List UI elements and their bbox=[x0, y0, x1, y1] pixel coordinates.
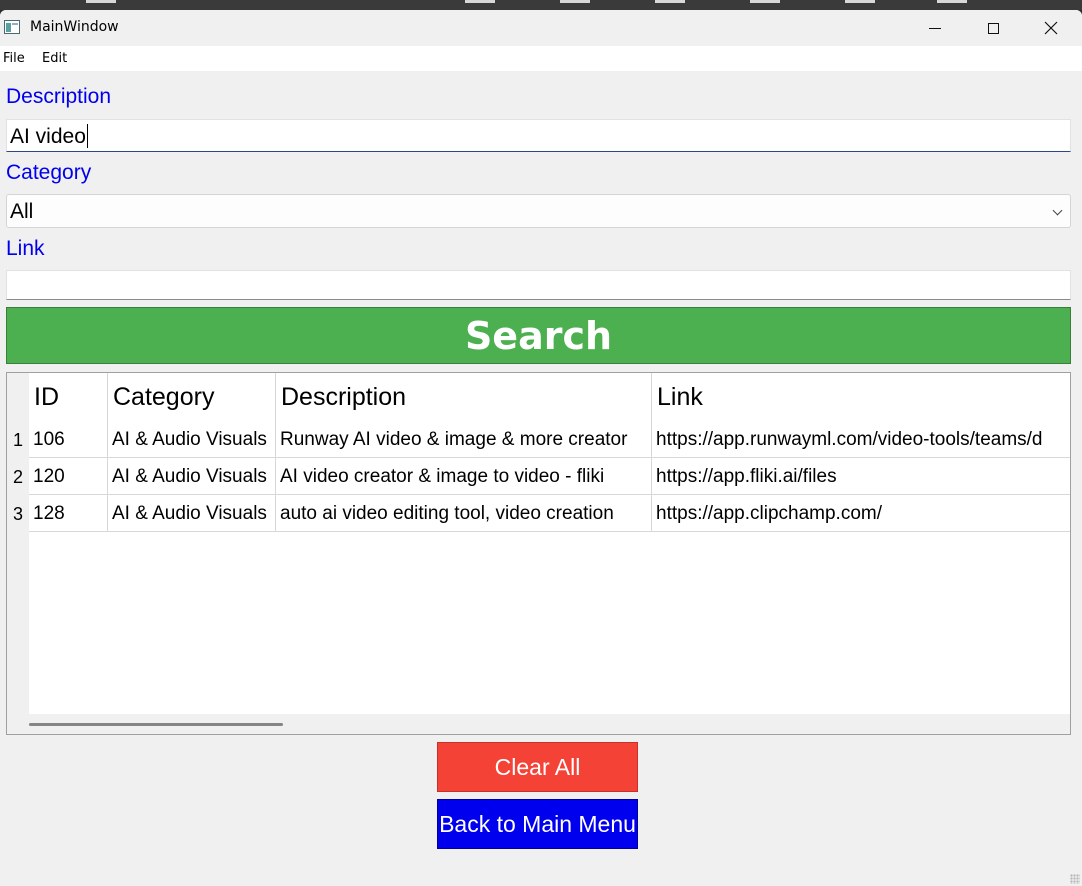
table-cell-id[interactable]: 106 bbox=[29, 421, 108, 458]
text-caret bbox=[86, 124, 88, 148]
category-label: Category bbox=[6, 161, 92, 184]
description-input[interactable]: AI video bbox=[6, 119, 1071, 152]
minimize-icon bbox=[929, 27, 941, 29]
column-header-link[interactable]: Link bbox=[652, 373, 1070, 421]
close-icon bbox=[1044, 21, 1058, 35]
results-table[interactable]: ID Category Description Link 1 106 AI & … bbox=[6, 372, 1071, 735]
desktop-background-strip bbox=[0, 0, 1082, 10]
menu-bar: File Edit bbox=[0, 46, 1082, 71]
row-number[interactable]: 3 bbox=[7, 495, 29, 532]
table-cell-description[interactable]: AI video creator & image to video - flik… bbox=[276, 458, 652, 495]
table-cell-link[interactable]: https://app.runwayml.com/video-tools/tea… bbox=[652, 421, 1070, 458]
link-label: Link bbox=[6, 237, 45, 260]
column-header-category[interactable]: Category bbox=[108, 373, 276, 421]
description-label: Description bbox=[6, 85, 112, 108]
app-icon bbox=[4, 20, 20, 34]
table-cell-id[interactable]: 128 bbox=[29, 495, 108, 532]
chevron-down-icon bbox=[1052, 205, 1063, 216]
column-header-description[interactable]: Description bbox=[276, 373, 652, 421]
title-bar[interactable]: MainWindow bbox=[0, 10, 1082, 46]
link-input[interactable] bbox=[6, 270, 1071, 300]
row-number[interactable]: 1 bbox=[7, 421, 29, 458]
table-cell-category[interactable]: AI & Audio Visuals bbox=[108, 421, 276, 458]
category-selected-value: All bbox=[10, 200, 34, 223]
column-header-id[interactable]: ID bbox=[29, 373, 108, 421]
table-corner[interactable] bbox=[7, 373, 29, 421]
resize-grip-icon[interactable] bbox=[1070, 874, 1080, 884]
search-button[interactable]: Search bbox=[6, 307, 1071, 364]
row-number[interactable]: 2 bbox=[7, 458, 29, 495]
menu-file[interactable]: File bbox=[3, 51, 25, 66]
maximize-button[interactable] bbox=[964, 10, 1022, 46]
table-cell-link[interactable]: https://app.fliki.ai/files bbox=[652, 458, 1070, 495]
menu-edit[interactable]: Edit bbox=[42, 51, 67, 66]
table-cell-description[interactable]: Runway AI video & image & more creator bbox=[276, 421, 652, 458]
window-title: MainWindow bbox=[30, 19, 119, 35]
horizontal-scrollbar[interactable] bbox=[7, 714, 1070, 734]
description-value: AI video bbox=[10, 125, 86, 148]
table-cell-link[interactable]: https://app.clipchamp.com/ bbox=[652, 495, 1070, 532]
back-to-main-menu-button[interactable]: Back to Main Menu bbox=[437, 799, 638, 849]
table-cell-id[interactable]: 120 bbox=[29, 458, 108, 495]
close-button[interactable] bbox=[1022, 10, 1080, 46]
minimize-button[interactable] bbox=[906, 10, 964, 46]
table-cell-description[interactable]: auto ai video editing tool, video creati… bbox=[276, 495, 652, 532]
table-cell-category[interactable]: AI & Audio Visuals bbox=[108, 495, 276, 532]
category-select[interactable]: All bbox=[6, 194, 1071, 228]
maximize-icon bbox=[987, 22, 999, 34]
clear-all-button[interactable]: Clear All bbox=[437, 742, 638, 792]
table-cell-category[interactable]: AI & Audio Visuals bbox=[108, 458, 276, 495]
scrollbar-thumb[interactable] bbox=[29, 723, 283, 726]
main-window: MainWindow File Edit Description AI vide… bbox=[0, 10, 1082, 886]
